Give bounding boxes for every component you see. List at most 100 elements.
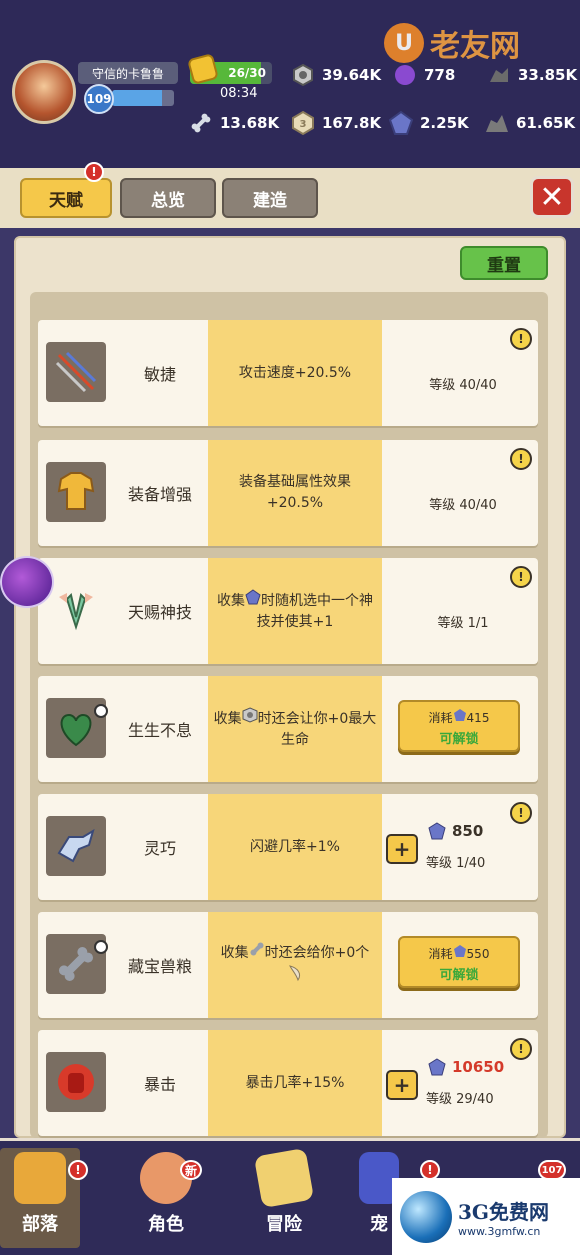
talent-effect: 闪避几率+1% xyxy=(208,794,382,900)
resource-crystal-value: 2.25K xyxy=(420,114,469,132)
talent-row-endless-life[interactable]: 生生不息 收集 时还会让你+0最大生命 消耗 415 可解锁 xyxy=(38,676,538,782)
coin-icon: 3 xyxy=(290,110,316,136)
nut-icon xyxy=(290,62,316,88)
tab-overview[interactable]: 总览 xyxy=(120,178,216,218)
map-icon xyxy=(253,1147,315,1209)
effect-prefix: 收集 xyxy=(220,945,249,961)
resource-gem-value: 778 xyxy=(424,66,456,84)
nav-character-new-badge: 新 xyxy=(180,1160,202,1180)
talent-effect: 装备基础属性效果+20.5% xyxy=(208,440,382,546)
reset-button[interactable]: 重置 xyxy=(460,246,548,280)
rock-icon xyxy=(484,110,510,136)
resource-nut: 39.64K xyxy=(290,62,381,88)
talent-effect: 攻击速度+20.5% xyxy=(208,320,382,426)
unlock-button[interactable]: 消耗 550 可解锁 xyxy=(398,936,520,988)
player-avatar[interactable] xyxy=(12,60,76,124)
talent-level: 等级 1/1 xyxy=(437,616,489,631)
resource-coin: 3 167.8K xyxy=(290,110,381,136)
resource-bone-value: 13.68K xyxy=(220,114,280,132)
fang-icon xyxy=(289,965,301,982)
effect-suffix: 时还会让你+0最大生命 xyxy=(257,711,377,748)
crystal-icon xyxy=(245,589,261,605)
nav-pet-label: 宠 xyxy=(370,1214,388,1235)
watermark-text: 老友网 xyxy=(430,29,520,64)
watermark-title: 3G免费网 xyxy=(458,1199,549,1224)
talent-name: 暴击 xyxy=(143,1075,176,1094)
watermark-logo: U 老友网 xyxy=(384,20,580,66)
upgrade-cost-value: 850 xyxy=(452,822,484,840)
lock-icon xyxy=(94,704,108,718)
talent-effect: 暴击几率+15% xyxy=(208,1030,382,1136)
effect-suffix: 时随机选中一个神技并使其+1 xyxy=(256,593,373,630)
unlock-cost-label: 消耗 xyxy=(428,947,453,961)
resource-crystal: 2.25K xyxy=(388,110,469,136)
talent-level: 等级 40/40 xyxy=(429,378,497,393)
fist-icon xyxy=(46,1052,106,1112)
crystal-icon xyxy=(428,1058,446,1076)
unlock-label: 可解锁 xyxy=(439,732,479,747)
info-icon[interactable]: ! xyxy=(510,802,532,824)
unlock-cost-label: 消耗 xyxy=(428,711,453,725)
upgrade-cost: 850 xyxy=(428,822,483,840)
talent-name: 敏捷 xyxy=(143,365,176,384)
nut-icon xyxy=(242,707,258,723)
armor-icon xyxy=(46,462,106,522)
talent-row-divine-skill[interactable]: 天赐神技 收集 时随机选中一个神技并使其+1 等级 1/1 ! xyxy=(38,558,538,664)
player-name: 守信的卡鲁鲁 xyxy=(78,62,178,84)
info-icon[interactable]: ! xyxy=(510,448,532,470)
nav-tribe-badge: ! xyxy=(68,1160,88,1180)
effect-suffix: 时还会给你+0个 xyxy=(264,945,370,961)
info-icon[interactable]: ! xyxy=(510,328,532,350)
resource-ore-value: 33.85K xyxy=(518,66,578,84)
talent-row-agility[interactable]: 敏捷 攻击速度+20.5% 等级 40/40 ! xyxy=(38,320,538,426)
crystal-icon xyxy=(428,822,446,840)
bone-icon xyxy=(188,110,214,136)
close-button[interactable]: ✕ xyxy=(530,176,574,218)
unlock-label: 可解锁 xyxy=(439,968,479,983)
watermark-u-icon: U xyxy=(384,23,424,63)
unlock-button[interactable]: 消耗 415 可解锁 xyxy=(398,700,520,752)
hands-icon xyxy=(46,580,106,640)
talent-row-treasure-food[interactable]: 藏宝兽粮 收集 时还会给你+0个 消耗 550 可解锁 xyxy=(38,912,538,1018)
lock-icon xyxy=(94,940,108,954)
upgrade-cost: 10650 xyxy=(428,1058,504,1076)
crystal-icon xyxy=(453,709,466,721)
xp-bar xyxy=(112,90,174,106)
talent-row-dexterity[interactable]: 灵巧 闪避几率+1% + 850 等级 1/40 ! xyxy=(38,794,538,900)
globe-icon xyxy=(400,1190,452,1243)
upgrade-plus-button[interactable]: + xyxy=(386,1070,418,1100)
talent-row-critical[interactable]: 暴击 暴击几率+15% + 10650 等级 29/40 ! xyxy=(38,1030,538,1136)
talent-name: 天赐神技 xyxy=(127,603,192,622)
talent-row-equipment[interactable]: 装备增强 装备基础属性效果+20.5% 等级 40/40 ! xyxy=(38,440,538,546)
info-icon[interactable]: ! xyxy=(510,566,532,588)
nav-more-badge: 107 xyxy=(538,1160,566,1180)
tribe-icon xyxy=(14,1152,66,1204)
nav-pet-badge: ! xyxy=(420,1160,440,1180)
effect-prefix: 收集 xyxy=(217,593,245,609)
tab-build[interactable]: 建造 xyxy=(222,178,318,218)
talent-level: 等级 40/40 xyxy=(429,498,497,513)
resource-rock: 61.65K xyxy=(484,110,575,136)
floating-event-orb[interactable] xyxy=(0,556,54,608)
tab-talent-alert-badge: ! xyxy=(84,162,104,182)
watermark-url: www.3gmfw.cn xyxy=(458,1224,541,1238)
talent-name: 藏宝兽粮 xyxy=(127,957,192,976)
upgrade-cost-value: 10650 xyxy=(452,1058,505,1076)
talent-name: 装备增强 xyxy=(127,485,192,504)
upgrade-plus-button[interactable]: + xyxy=(386,834,418,864)
nav-tribe[interactable]: 部落 xyxy=(0,1148,80,1248)
resource-nut-value: 39.64K xyxy=(322,66,382,84)
talent-effect: 收集 时还会让你+0最大生命 xyxy=(208,676,382,782)
talent-name: 生生不息 xyxy=(127,721,192,740)
nav-character-label: 角色 xyxy=(148,1214,184,1235)
info-icon[interactable]: ! xyxy=(510,1038,532,1060)
talent-effect: 收集 时随机选中一个神技并使其+1 xyxy=(208,558,382,664)
bone-icon xyxy=(250,942,264,956)
talent-level: 等级 1/40 xyxy=(426,856,486,871)
dodge-icon xyxy=(46,816,106,876)
resource-rock-value: 61.65K xyxy=(516,114,576,132)
unlock-cost-value: 415 xyxy=(466,711,490,725)
nav-adventure[interactable]: 冒险 xyxy=(244,1147,324,1248)
unlock-cost-value: 550 xyxy=(466,947,490,961)
tab-talent[interactable]: 天赋 xyxy=(20,178,112,218)
